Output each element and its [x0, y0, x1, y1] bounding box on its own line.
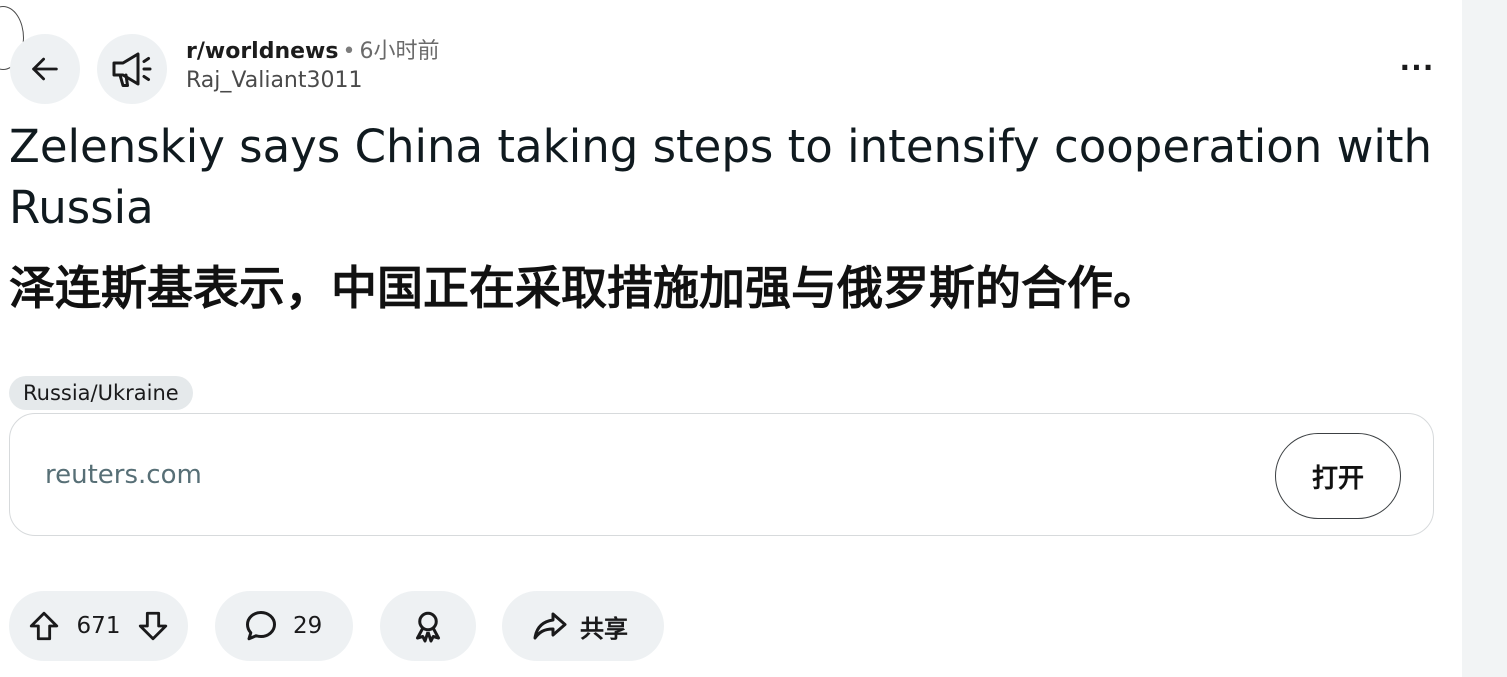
post-meta: r/worldnews • 6小时前 Raj_Valiant3011 — [186, 38, 439, 96]
upvote-arrow-icon[interactable] — [27, 609, 61, 643]
post-flair[interactable]: Russia/Ukraine — [9, 376, 193, 410]
speech-bubble-icon — [243, 608, 279, 644]
meta-separator: • — [342, 39, 356, 64]
comments-button[interactable]: 29 — [215, 591, 353, 661]
link-domain: reuters.com — [45, 460, 202, 490]
post-title: Zelenskiy says China taking steps to int… — [9, 120, 1433, 234]
share-button[interactable]: 共享 — [502, 591, 664, 661]
share-arrow-icon — [532, 608, 568, 644]
comment-count: 29 — [293, 613, 323, 639]
more-options-button[interactable]: ··· — [1392, 44, 1442, 90]
share-label: 共享 — [580, 614, 628, 643]
back-button[interactable] — [10, 34, 80, 104]
page-scrollbar[interactable] — [1462, 0, 1507, 677]
open-link-button[interactable]: 打开 — [1275, 433, 1401, 519]
arrow-left-icon — [28, 52, 62, 86]
award-button[interactable] — [380, 591, 476, 661]
link-preview-card[interactable]: reuters.com 打开 — [9, 413, 1434, 536]
downvote-arrow-icon[interactable] — [136, 609, 170, 643]
post-time: 6小时前 — [359, 39, 440, 64]
vote-count: 671 — [76, 613, 121, 639]
subreddit-avatar[interactable] — [97, 34, 167, 104]
vote-bar: 671 — [9, 591, 188, 661]
author-link[interactable]: Raj_Valiant3011 — [186, 66, 439, 96]
subreddit-link[interactable]: r/worldnews — [186, 39, 338, 64]
post-title-translation: 泽连斯基表示，中国正在采取措施加强与俄罗斯的合作。 — [9, 261, 1159, 315]
award-ribbon-icon — [410, 608, 446, 644]
megaphone-icon — [108, 45, 156, 93]
